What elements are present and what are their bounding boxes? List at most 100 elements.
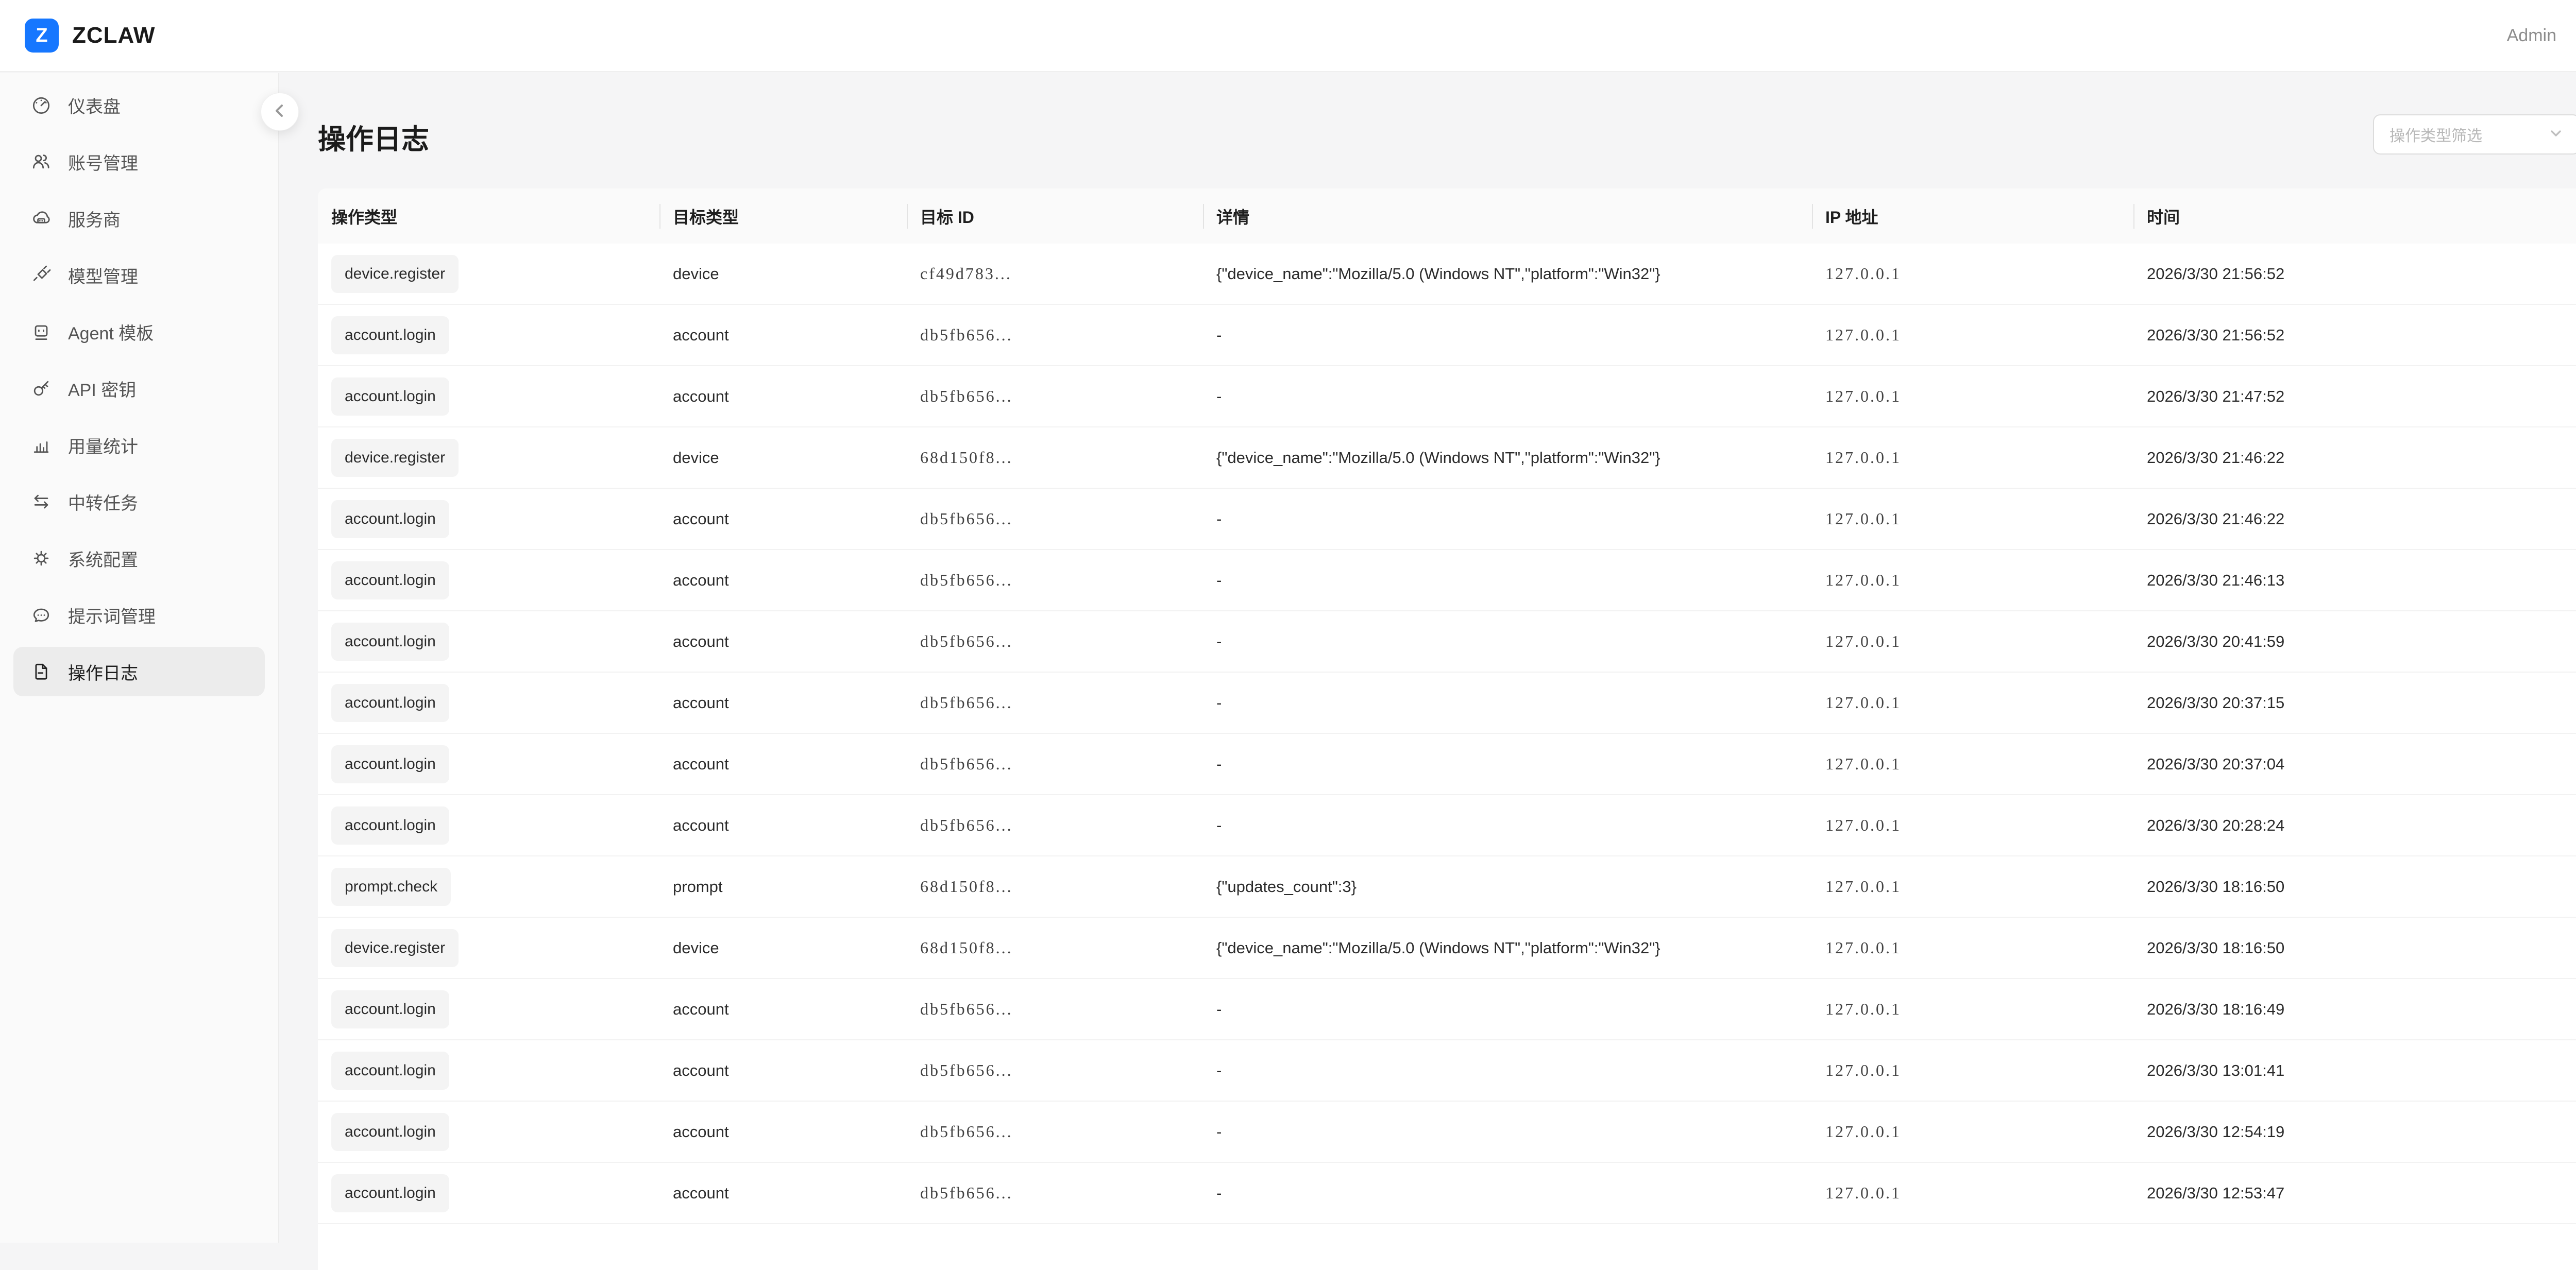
sidebar-item-models[interactable]: 模型管理 [13, 250, 265, 300]
detail-cell: - [1203, 1000, 1812, 1019]
operation-type-filter-select[interactable]: 操作类型筛选 [2373, 114, 2576, 155]
table-row: prompt.checkprompt68d150f8...{"updates_c… [318, 856, 2576, 918]
op-type-tag: account.login [331, 1113, 449, 1151]
page-title: 操作日志 [318, 116, 429, 157]
detail-cell: - [1203, 510, 1812, 528]
target-id-cell: db5fb656... [907, 754, 1203, 774]
table-row: account.loginaccountdb5fb656...-127.0.0.… [318, 1040, 2576, 1102]
target-type-cell: account [659, 326, 907, 345]
target-id-cell: 68d150f8... [907, 877, 1203, 896]
chevron-left-icon [272, 103, 287, 121]
op-type-tag: account.login [331, 1052, 449, 1090]
sidebar-item-operation-logs[interactable]: 操作日志 [13, 647, 265, 696]
ip-cell: 127.0.0.1 [1812, 632, 2133, 651]
target-id-cell: db5fb656... [907, 571, 1203, 590]
op-type-tag: account.login [331, 561, 449, 599]
target-id-cell: db5fb656... [907, 387, 1203, 406]
top-header: Z ZCLAW Admin [0, 0, 2576, 72]
ip-cell: 127.0.0.1 [1812, 1122, 2133, 1141]
filter-placeholder: 操作类型筛选 [2389, 123, 2548, 146]
admin-user-menu[interactable]: Admin [2507, 26, 2556, 46]
ip-cell: 127.0.0.1 [1812, 264, 2133, 283]
sidebar-item-api-keys[interactable]: API 密钥 [13, 364, 265, 413]
column-header: 目标 ID [907, 188, 1203, 244]
op-type-tag: account.login [331, 1174, 449, 1212]
gauge-icon [30, 94, 53, 116]
sidebar-item-label: 操作日志 [68, 659, 138, 684]
op-type-cell: account.login [318, 1052, 659, 1090]
sidebar-item-dashboard[interactable]: 仪表盘 [13, 80, 265, 130]
op-type-cell: device.register [318, 929, 659, 967]
ip-cell: 127.0.0.1 [1812, 938, 2133, 957]
op-type-cell: device.register [318, 255, 659, 293]
ip-cell: 127.0.0.1 [1812, 448, 2133, 467]
ip-cell: 127.0.0.1 [1812, 1000, 2133, 1019]
ip-cell: 127.0.0.1 [1812, 1061, 2133, 1080]
sidebar-item-agent-templates[interactable]: Agent 模板 [13, 307, 265, 356]
chevron-down-icon [2548, 126, 2564, 144]
brand[interactable]: Z ZCLAW [25, 19, 155, 53]
ip-cell: 127.0.0.1 [1812, 325, 2133, 345]
op-type-tag: account.login [331, 500, 449, 538]
op-type-tag: account.login [331, 990, 449, 1028]
target-type-cell: account [659, 755, 907, 774]
detail-cell: - [1203, 1184, 1812, 1203]
sidebar-item-accounts[interactable]: 账号管理 [13, 137, 265, 186]
target-type-cell: account [659, 571, 907, 590]
target-id-cell: db5fb656... [907, 1122, 1203, 1141]
sidebar-menu: 仪表盘账号管理服务商模型管理 Agent 模板 API 密钥用量统计中转任务系统配置… [13, 80, 265, 696]
table-row: account.loginaccountdb5fb656...-127.0.0.… [318, 366, 2576, 427]
brand-name: ZCLAW [72, 23, 155, 48]
op-type-cell: device.register [318, 439, 659, 477]
ip-cell: 127.0.0.1 [1812, 571, 2133, 590]
target-type-cell: account [659, 1000, 907, 1019]
time-cell: 2026/3/30 20:28:24 [2133, 816, 2576, 835]
plug-icon [30, 264, 53, 286]
sidebar-item-label: API 密钥 [68, 376, 136, 401]
sidebar-item-label: Agent 模板 [68, 319, 154, 345]
column-header: 目标类型 [659, 188, 907, 244]
sidebar-item-usage-stats[interactable]: 用量统计 [13, 420, 265, 470]
table-body: device.registerdevicecf49d783...{"device… [318, 244, 2576, 1224]
sidebar-collapse-button[interactable] [261, 93, 299, 131]
cloud-server-icon [30, 207, 53, 230]
detail-cell: - [1203, 694, 1812, 712]
time-cell: 2026/3/30 20:37:15 [2133, 694, 2576, 712]
table-row: account.loginaccountdb5fb656...-127.0.0.… [318, 1102, 2576, 1163]
op-type-tag: account.login [331, 623, 449, 661]
operation-log-table: 操作类型目标类型目标 ID详情IP 地址时间 device.registerde… [318, 188, 2576, 1270]
document-icon [30, 660, 53, 683]
table-row: account.loginaccountdb5fb656...-127.0.0.… [318, 979, 2576, 1040]
time-cell: 2026/3/30 20:37:04 [2133, 755, 2576, 774]
table-row: account.loginaccountdb5fb656...-127.0.0.… [318, 489, 2576, 550]
ip-cell: 127.0.0.1 [1812, 509, 2133, 528]
target-type-cell: prompt [659, 878, 907, 896]
target-type-cell: device [659, 265, 907, 283]
sidebar-item-system-config[interactable]: 系统配置 [13, 534, 265, 583]
target-id-cell: cf49d783... [907, 264, 1203, 283]
time-cell: 2026/3/30 21:46:13 [2133, 571, 2576, 590]
detail-cell: - [1203, 571, 1812, 590]
ip-cell: 127.0.0.1 [1812, 877, 2133, 896]
op-type-cell: account.login [318, 623, 659, 661]
table-row: account.loginaccountdb5fb656...-127.0.0.… [318, 305, 2576, 366]
table-row: account.loginaccountdb5fb656...-127.0.0.… [318, 795, 2576, 856]
sidebar-item-prompts[interactable]: 提示词管理 [13, 590, 265, 640]
key-icon [30, 377, 53, 400]
sidebar-item-label: 提示词管理 [68, 603, 156, 628]
detail-cell: - [1203, 632, 1812, 651]
table-row: account.loginaccountdb5fb656...-127.0.0.… [318, 1163, 2576, 1224]
target-type-cell: account [659, 510, 907, 528]
op-type-cell: account.login [318, 377, 659, 416]
target-id-cell: db5fb656... [907, 632, 1203, 651]
sidebar-item-relay-tasks[interactable]: 中转任务 [13, 477, 265, 526]
target-type-cell: device [659, 939, 907, 957]
op-type-cell: account.login [318, 1113, 659, 1151]
sidebar-item-providers[interactable]: 服务商 [13, 194, 265, 243]
table-row: account.loginaccountdb5fb656...-127.0.0.… [318, 673, 2576, 734]
users-icon [30, 150, 53, 173]
time-cell: 2026/3/30 18:16:49 [2133, 1000, 2576, 1019]
op-type-tag: device.register [331, 439, 459, 477]
detail-cell: - [1203, 1061, 1812, 1080]
op-type-tag: account.login [331, 806, 449, 845]
